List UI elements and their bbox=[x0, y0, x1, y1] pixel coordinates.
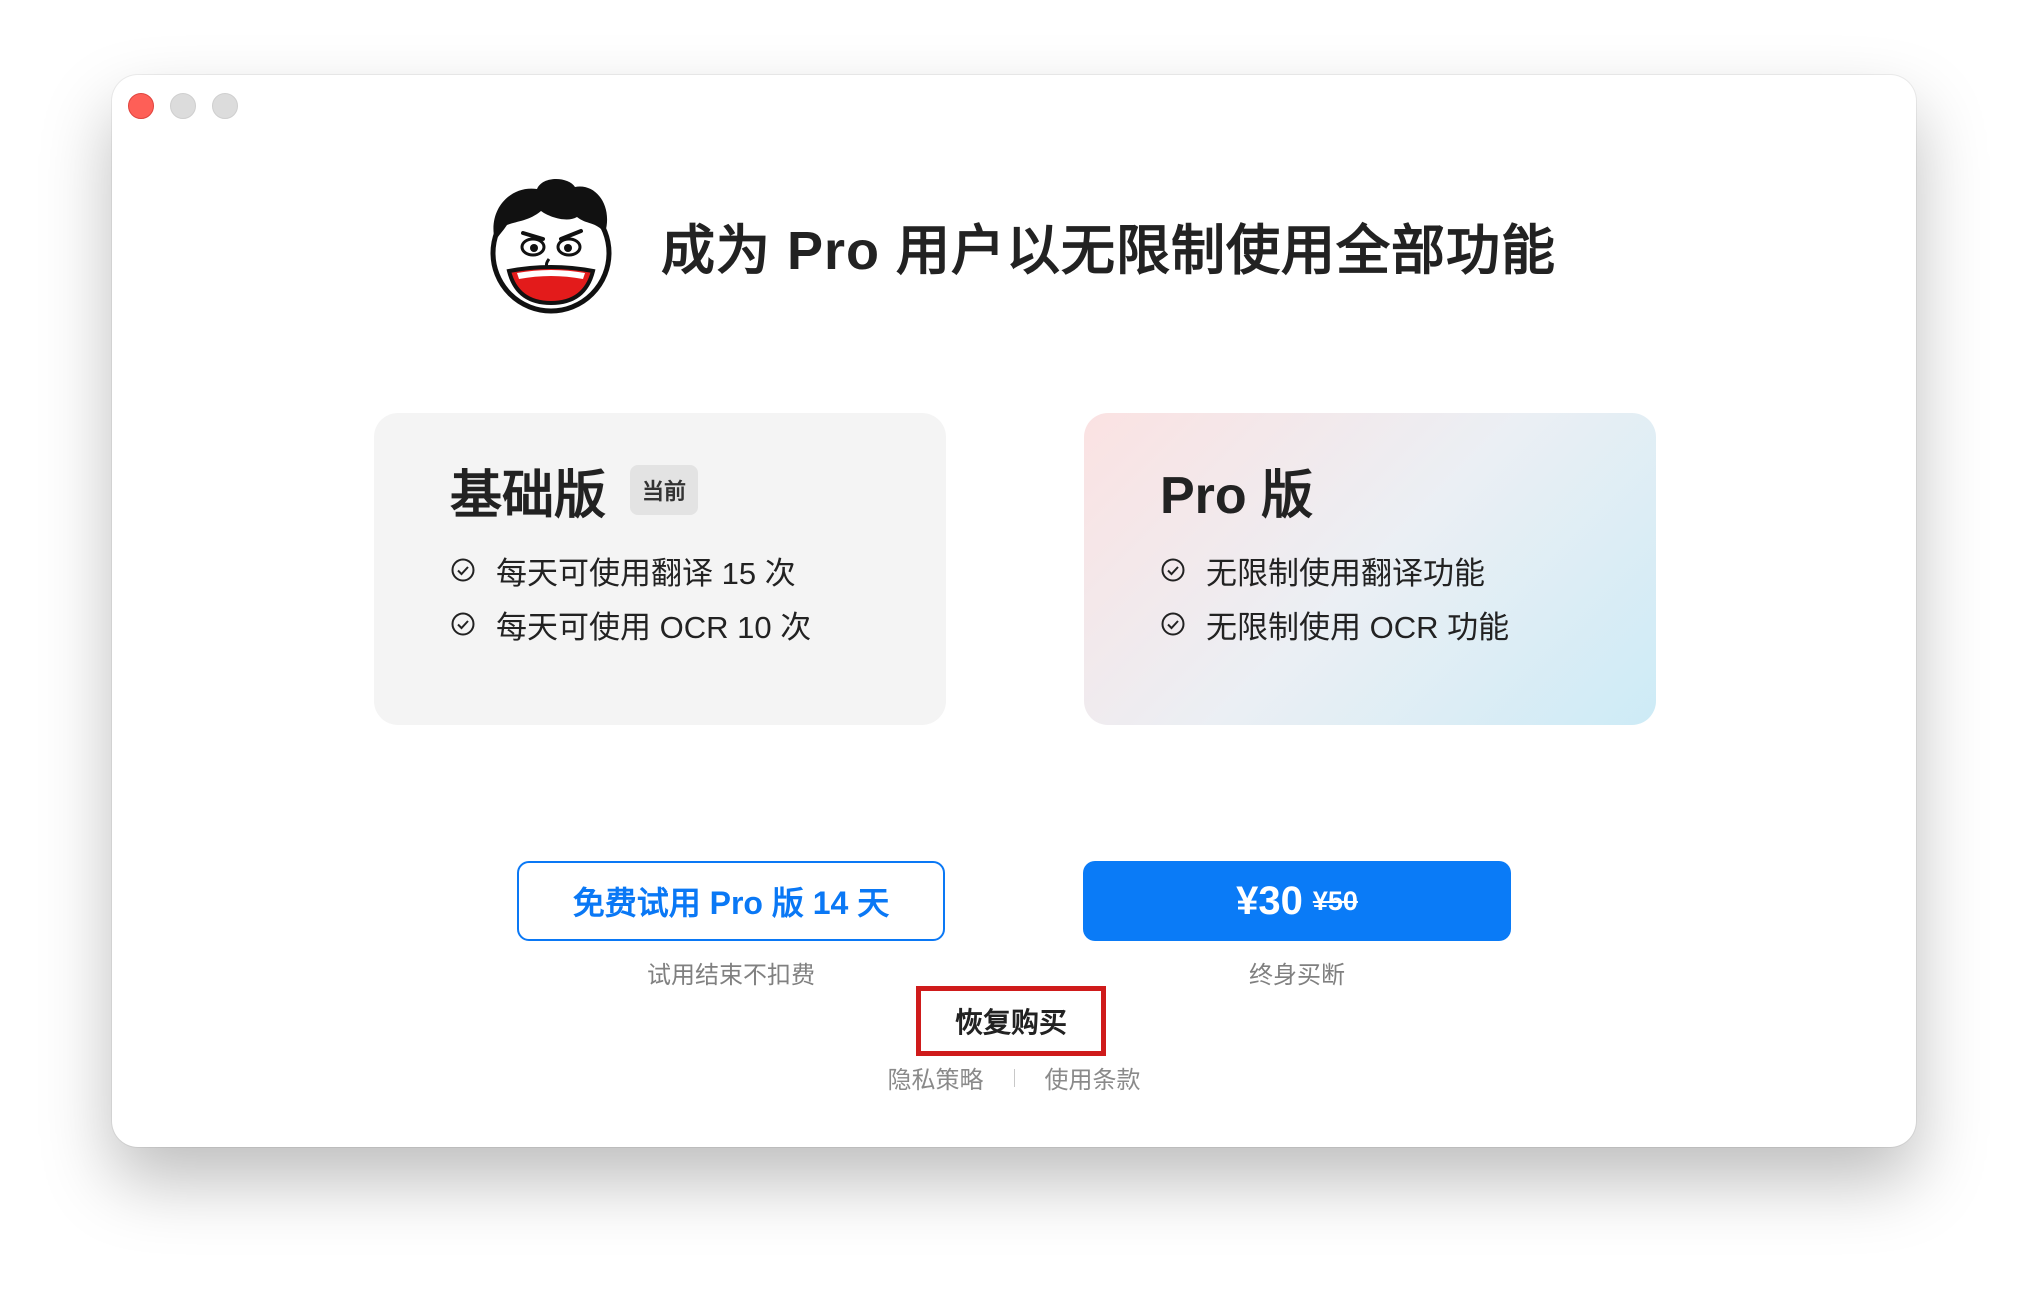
link-divider bbox=[1013, 1068, 1015, 1087]
minimize-window-button[interactable] bbox=[170, 93, 196, 119]
buy-button[interactable]: ¥30 ¥50 bbox=[1083, 861, 1511, 941]
trial-note: 试用结束不扣费 bbox=[647, 962, 815, 989]
zoom-window-button[interactable] bbox=[212, 93, 238, 119]
check-circle-icon bbox=[451, 558, 475, 582]
feature-label: 无限制使用翻译功能 bbox=[1206, 555, 1485, 591]
check-circle-icon bbox=[1161, 612, 1185, 636]
lifetime-note: 终身买断 bbox=[1249, 962, 1345, 989]
window-controls bbox=[128, 93, 238, 119]
footer-links: 隐私策略 使用条款 bbox=[112, 1060, 1916, 1095]
check-circle-icon bbox=[451, 612, 475, 636]
privacy-policy-link[interactable]: 隐私策略 bbox=[888, 1060, 984, 1095]
basic-plan-title: 基础版 bbox=[450, 466, 607, 525]
pro-feature-item: 无限制使用 OCR 功能 bbox=[1160, 597, 1656, 651]
feature-label: 无限制使用 OCR 功能 bbox=[1206, 609, 1510, 645]
current-price: ¥30 bbox=[1236, 878, 1303, 923]
basic-feature-item: 每天可使用翻译 15 次 bbox=[450, 543, 946, 597]
check-circle-icon bbox=[1161, 558, 1185, 582]
free-trial-button[interactable]: 免费试用 Pro 版 14 天 bbox=[517, 861, 945, 941]
header: 成为 Pro 用户以无限制使用全部功能 bbox=[477, 171, 1556, 319]
current-plan-badge: 当前 bbox=[630, 465, 699, 515]
cartoon-face-icon bbox=[490, 179, 612, 314]
close-window-button[interactable] bbox=[128, 93, 154, 119]
restore-purchase-button[interactable]: 恢复购买 bbox=[916, 986, 1106, 1056]
original-price: ¥50 bbox=[1312, 885, 1358, 916]
feature-label: 每天可使用 OCR 10 次 bbox=[496, 609, 812, 645]
basic-feature-item: 每天可使用 OCR 10 次 bbox=[450, 597, 946, 651]
pro-feature-item: 无限制使用翻译功能 bbox=[1160, 543, 1656, 597]
pro-plan-card: Pro 版 无限制使用翻译功能 无限制使用 OCR 功能 bbox=[1084, 413, 1656, 725]
basic-plan-card: 基础版 当前 每天可使用翻译 15 次 每天可使用 OCR 10 次 bbox=[374, 413, 946, 725]
upgrade-window: 成为 Pro 用户以无限制使用全部功能 基础版 当前 每天可使用翻译 15 次 … bbox=[112, 75, 1916, 1147]
pro-plan-title: Pro 版 bbox=[1160, 466, 1314, 525]
terms-of-use-link[interactable]: 使用条款 bbox=[1045, 1060, 1141, 1095]
feature-label: 每天可使用翻译 15 次 bbox=[496, 555, 796, 591]
page-title: 成为 Pro 用户以无限制使用全部功能 bbox=[661, 220, 1557, 281]
